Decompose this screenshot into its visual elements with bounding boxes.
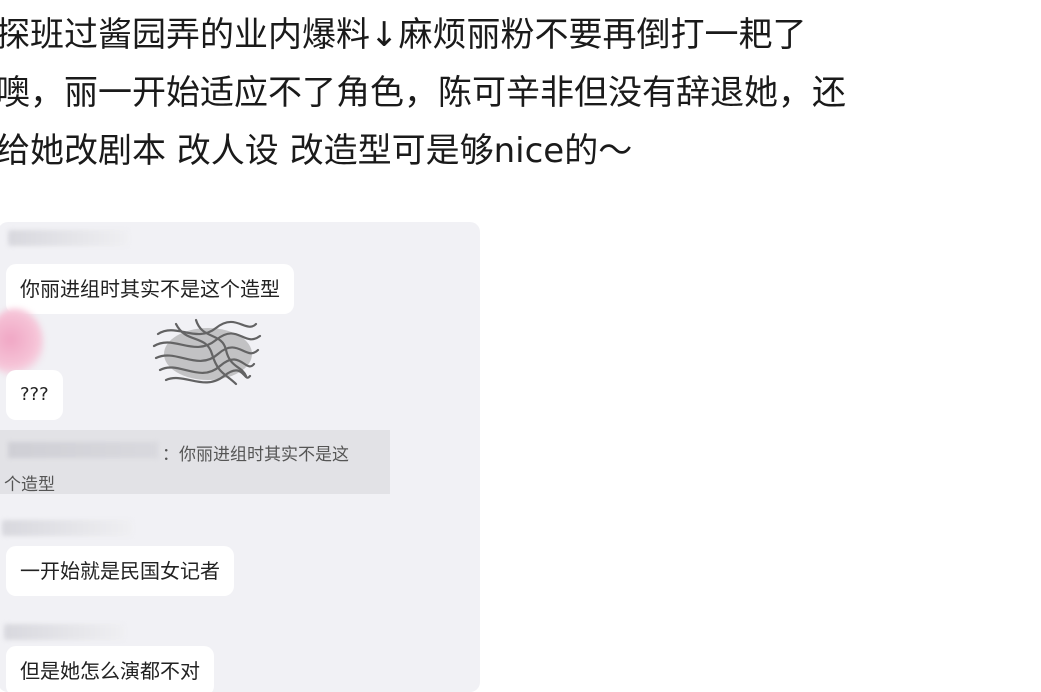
blurred-username	[8, 230, 128, 246]
chat-message: 但是她怎么演都不对	[6, 646, 214, 692]
chat-message: ???	[6, 370, 63, 420]
quote-text: ：你丽进组时其实不是这	[162, 445, 349, 465]
post-line: 探班过酱园弄的业内爆料↓麻烦丽粉不要再倒打一耙了	[0, 15, 807, 55]
chat-screenshot: 你丽进组时其实不是这个造型 ??? ：你丽进组时其实不是这 个造型 一开始就是民…	[0, 222, 480, 692]
post-text: 探班过酱园弄的业内爆料↓麻烦丽粉不要再倒打一耙了 噢，丽一开始适应不了角色，陈可…	[0, 0, 1036, 174]
scribble-sticker-icon	[152, 318, 262, 386]
blurred-username	[4, 624, 124, 640]
blurred-username	[8, 442, 158, 458]
chat-message: 一开始就是民国女记者	[6, 546, 234, 596]
chat-message: 你丽进组时其实不是这个造型	[6, 264, 294, 314]
post-line: 噢，丽一开始适应不了角色，陈可辛非但没有辞退她，还	[0, 73, 846, 113]
post-line: 给她改剧本 改人设 改造型可是够nice的～	[0, 131, 633, 171]
quoted-reply: ：你丽进组时其实不是这 个造型	[0, 430, 390, 495]
quote-text: 个造型	[4, 475, 55, 495]
blurred-username	[2, 520, 132, 536]
pink-blur-icon	[0, 308, 44, 378]
